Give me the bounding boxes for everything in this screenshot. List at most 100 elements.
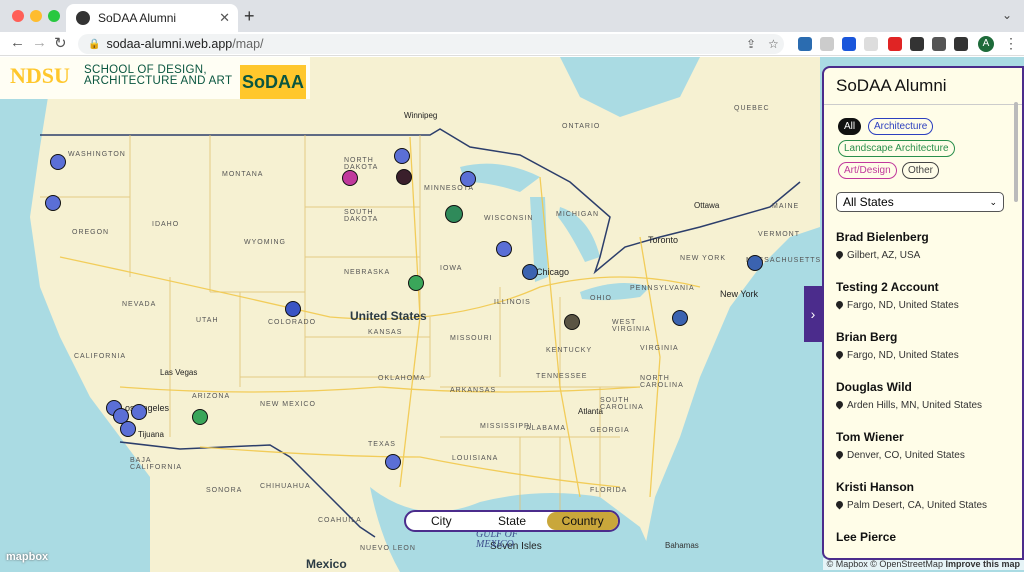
alumni-list-item[interactable]: Testing 2 Account Fargo, ND, United Stat… [834,280,959,311]
alumni-location: Fargo, ND, United States [834,299,959,311]
alumni-list-item[interactable]: Kristi Hanson Palm Desert, CA, United St… [834,480,988,511]
toggle-state[interactable]: State [477,512,548,530]
share-icon[interactable]: ⇪ [746,37,756,51]
forward-icon[interactable]: → [32,34,47,51]
alumni-marker[interactable] [192,409,208,425]
alumni-marker[interactable] [120,421,136,437]
state-label: GEORGIA [590,427,630,434]
avatar[interactable]: A [978,36,994,52]
alumni-marker[interactable] [50,154,66,170]
mapbox-logo[interactable]: mapbox [6,551,48,563]
alumni-location-text: Gilbert, AZ, USA [847,250,921,261]
state-label: VIRGINIA [640,345,679,352]
alumni-marker[interactable] [445,205,463,223]
state-label: QUEBEC [734,105,770,112]
school-name-line2: ARCHITECTURE AND ART [84,75,233,87]
alumni-marker[interactable] [342,170,358,186]
alumni-name: Brad Bielenberg [836,230,929,244]
ndsu-sodaa-logo[interactable]: NDSU SCHOOL OF DESIGN, ARCHITECTURE AND … [0,57,310,99]
alumni-location-text: Palm Desert, CA, United States [847,500,988,511]
state-label: WEST VIRGINIA [612,319,651,333]
state-label: NEVADA [122,301,157,308]
state-label: NUEVO LEON [360,545,416,552]
maximize-window-button[interactable] [48,10,60,22]
alumni-location-text: Arden Hills, MN, United States [847,400,983,411]
map-pin-icon [834,449,845,460]
city-label: Las Vegas [160,368,198,377]
alumni-name: Testing 2 Account [836,280,939,294]
filter-all[interactable]: All [838,118,862,135]
bookmark-star-icon[interactable]: ☆ [768,37,779,51]
city-label: Toronto [648,235,679,245]
alumni-list-item[interactable]: Douglas Wild Arden Hills, MN, United Sta… [834,380,983,411]
filter-art-design[interactable]: Art/Design [838,162,897,179]
alumni-name: Douglas Wild [836,380,912,394]
filter-landscape-architecture[interactable]: Landscape Architecture [838,140,955,157]
toggle-country[interactable]: Country [547,512,619,530]
extension-icon[interactable] [888,37,902,51]
alumni-list-item[interactable]: Brian Berg Fargo, ND, United States [834,330,959,361]
chevron-down-icon: ⌄ [989,197,997,207]
state-label: PENNSYLVANIA [630,285,695,292]
state-select-value: All States [843,195,894,209]
alumni-marker[interactable] [522,264,538,280]
alumni-marker[interactable] [564,314,580,330]
state-label: SOUTH CAROLINA [600,397,644,411]
filter-architecture[interactable]: Architecture [868,118,934,135]
alumni-list-item[interactable]: Lee Pierce [836,530,896,544]
puzzle-icon[interactable] [932,37,946,51]
tab-search-icon[interactable]: ⌄ [1002,8,1012,22]
alumni-marker[interactable] [394,148,410,164]
state-label: MICHIGAN [556,211,599,218]
alumni-panel: SoDAA Alumni All Architecture Landscape … [822,66,1024,560]
attribution-text[interactable]: © Mapbox © OpenStreetMap [827,559,943,569]
alumni-marker[interactable] [460,171,476,187]
state-label: KANSAS [368,329,403,336]
gulf-label-line2: MEXICO [476,539,514,550]
extension-icon[interactable] [798,37,812,51]
extension-icon[interactable] [864,37,878,51]
alumni-list-item[interactable]: Brad Bielenberg Gilbert, AZ, USA [834,230,929,261]
close-window-button[interactable] [12,10,24,22]
chevron-right-icon[interactable]: › [804,286,822,342]
extension-icon[interactable] [842,37,856,51]
lock-icon: 🔒 [88,38,101,50]
state-label: NORTH CAROLINA [640,375,684,389]
state-label: CALIFORNIA [74,353,127,360]
alumni-marker[interactable] [672,310,688,326]
alumni-marker[interactable] [747,255,763,271]
mexico-label: Mexico [306,557,347,571]
divider [824,104,1022,105]
extension-icon[interactable] [910,37,924,51]
filter-other[interactable]: Other [902,162,940,179]
alumni-marker[interactable] [496,241,512,257]
city-label: Tijuana [138,430,164,439]
address-bar[interactable]: 🔒 sodaa-alumni.web.app/map/ ⇪ ☆ [78,34,784,54]
back-icon[interactable]: ← [10,34,25,51]
alumni-marker[interactable] [45,195,61,211]
reload-icon[interactable]: ↻ [54,34,67,52]
extension-icon[interactable] [820,37,834,51]
state-label: OREGON [72,229,110,236]
alumni-marker[interactable] [396,169,412,185]
country-label: United States [350,309,427,323]
alumni-marker[interactable] [385,454,401,470]
menu-icon[interactable]: ⋮ [1004,35,1018,52]
state-label: SOUTH DAKOTA [344,209,379,223]
new-tab-button[interactable]: + [244,6,255,27]
sidebar-icon[interactable] [954,37,968,51]
alumni-name: Kristi Hanson [836,480,915,494]
minimize-window-button[interactable] [30,10,42,22]
state-label: MAINE [772,203,800,210]
close-tab-icon[interactable]: ✕ [219,10,230,26]
state-select[interactable]: All States ⌄ [836,192,1004,212]
improve-map-link[interactable]: Improve this map [945,559,1020,569]
browser-toolbar: ← → ↻ 🔒 sodaa-alumni.web.app/map/ ⇪ ☆ A … [0,32,1024,56]
browser-tab[interactable]: SoDAA Alumni ✕ [66,4,238,32]
alumni-marker[interactable] [131,404,147,420]
alumni-marker[interactable] [408,275,424,291]
panel-scrollbar[interactable] [1014,102,1018,202]
alumni-marker[interactable] [285,301,301,317]
toggle-city[interactable]: City [406,512,477,530]
alumni-list-item[interactable]: Tom Wiener Denver, CO, United States [834,430,965,461]
